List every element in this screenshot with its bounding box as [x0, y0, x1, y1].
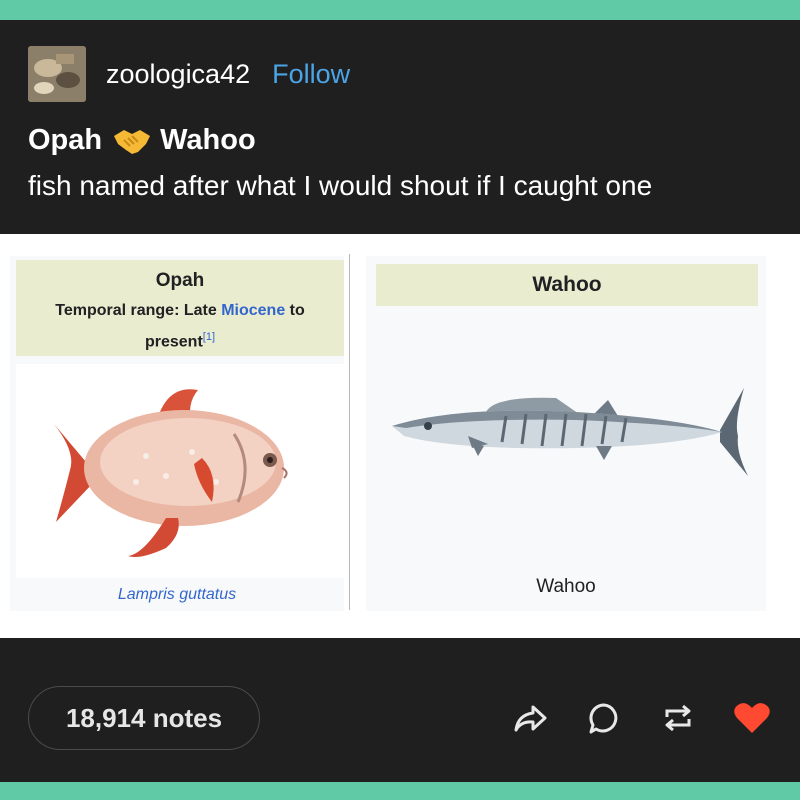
wahoo-caption: Wahoo — [536, 576, 596, 597]
opah-fish-image — [16, 364, 344, 578]
share-icon[interactable] — [510, 698, 550, 738]
infobox-wahoo: Wahoo Wahoo — [366, 256, 766, 611]
range-prefix: Temporal range: Late — [55, 302, 222, 319]
opah-caption[interactable]: Lampris guttatus — [10, 586, 344, 604]
reply-icon[interactable] — [584, 698, 624, 738]
citation-link[interactable]: [1] — [203, 331, 215, 343]
like-heart-icon[interactable] — [732, 698, 772, 738]
infobox-opah-title: Opah — [155, 270, 205, 291]
infobox-opah: Opah Temporal range: Late Miocene to pre… — [10, 256, 344, 611]
post-actions — [476, 698, 772, 738]
reblog-icon[interactable] — [658, 698, 698, 738]
post-footer: 18,914 notes — [28, 686, 772, 750]
infobox-wahoo-title: Wahoo — [376, 264, 758, 306]
bottom-border — [0, 782, 800, 800]
avatar[interactable] — [28, 46, 86, 102]
notes-button[interactable]: 18,914 notes — [28, 686, 260, 750]
divider — [349, 254, 350, 610]
handshake-icon — [114, 129, 151, 154]
post-subtitle: fish named after what I would shout if I… — [28, 170, 653, 201]
post-header: zoologica42 Follow — [28, 46, 350, 102]
title-opah: Opah — [28, 124, 103, 156]
post-image: Opah Temporal range: Late Miocene to pre… — [0, 234, 800, 638]
infobox-opah-header: Opah Temporal range: Late Miocene to pre… — [16, 260, 344, 356]
temporal-range: Temporal range: Late Miocene to present[… — [16, 298, 344, 355]
post-title: Opah Wahoo — [28, 124, 256, 157]
title-wahoo: Wahoo — [160, 124, 256, 156]
wahoo-fish-image — [376, 352, 758, 502]
miocene-link[interactable]: Miocene — [221, 302, 285, 319]
post-username[interactable]: zoologica42 — [106, 59, 250, 90]
follow-button[interactable]: Follow — [272, 59, 350, 90]
tumblr-post: zoologica42 Follow Opah Wahoo fish named… — [0, 20, 800, 782]
top-border — [0, 0, 800, 20]
